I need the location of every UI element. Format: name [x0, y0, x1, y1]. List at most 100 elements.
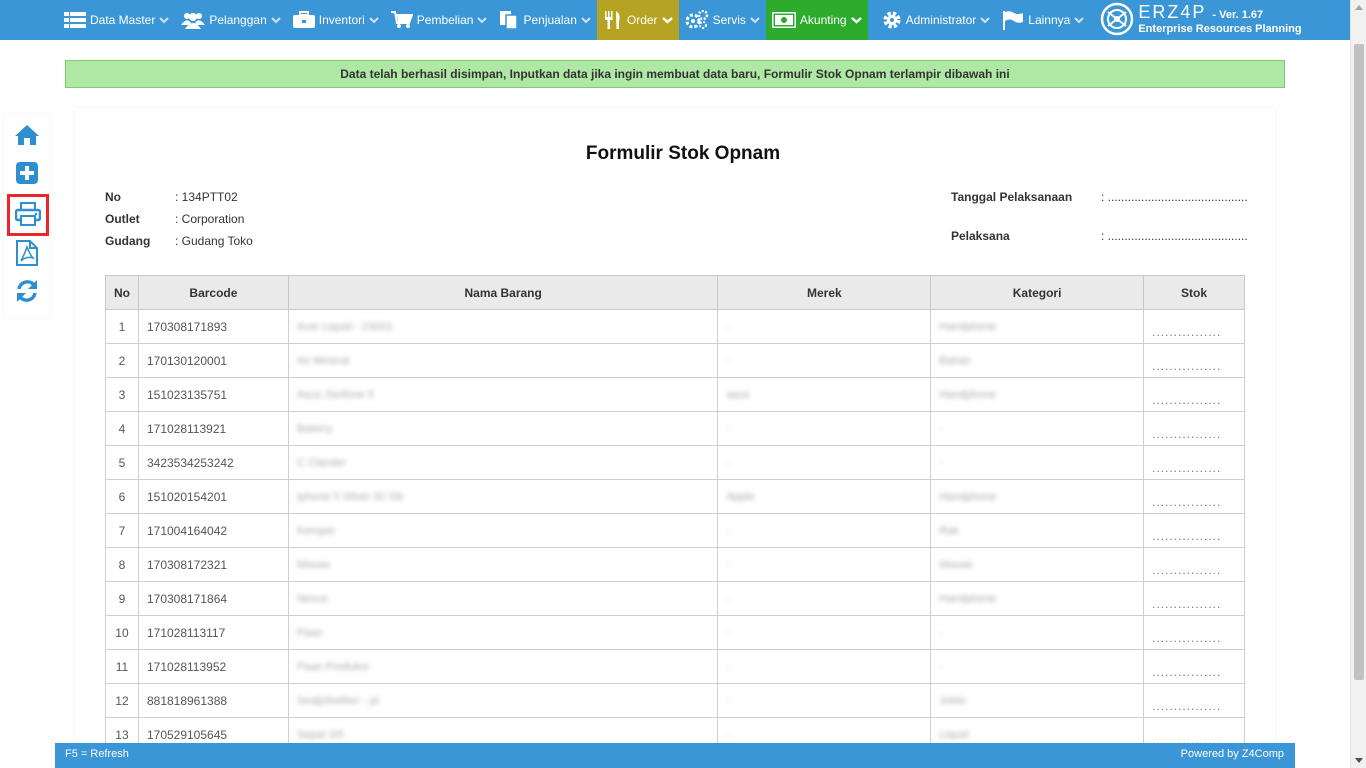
- table-row: 9 170308171864 Nexus - Handphone............…: [105, 581, 1245, 616]
- nav-lainnya[interactable]: Lainnya: [996, 0, 1090, 40]
- cell-kategori: -: [930, 649, 1144, 684]
- chevron-down-icon: [661, 16, 673, 24]
- cell-no: 6: [105, 479, 139, 514]
- cell-barcode: 151023135751: [137, 377, 289, 412]
- stock-opname-table: No Barcode Nama Barang Merek Kategori St…: [105, 275, 1245, 752]
- meta-no-label: No: [105, 190, 121, 204]
- top-navbar: Data Master Pelanggan Inventori Pembelia…: [0, 0, 1350, 40]
- cell-barcode: 151020154201: [137, 479, 289, 514]
- meta-pelaksana-value: : ......................................…: [1101, 229, 1248, 243]
- nav-data-master[interactable]: Data Master: [58, 0, 175, 40]
- chevron-down-icon: [1074, 16, 1085, 24]
- cell-no: 1: [105, 309, 139, 344]
- vertical-scrollbar[interactable]: [1350, 0, 1366, 768]
- chevron-down-icon: [750, 16, 760, 24]
- cell-kategori: Mouse: [930, 547, 1144, 582]
- scroll-up-arrow[interactable]: [1355, 5, 1363, 10]
- table-row: 7 171004164042 Kemper - Rak................: [105, 513, 1245, 548]
- cell-merek: -: [717, 683, 932, 718]
- nav-label: Data Master: [90, 13, 156, 27]
- cell-stok: ................: [1143, 377, 1245, 412]
- scroll-down-arrow[interactable]: [1355, 758, 1363, 763]
- column-header-no: No: [105, 275, 139, 310]
- cell-kategori: Handphone: [930, 309, 1144, 344]
- table-row: 10 171028113117 Paan - -................: [105, 615, 1245, 650]
- chevron-down-icon: [477, 16, 488, 24]
- brand-logo-icon: [1100, 2, 1134, 39]
- cell-kategori: -: [930, 411, 1144, 446]
- chevron-down-icon: [369, 16, 379, 24]
- cell-kategori: Bahan: [930, 343, 1144, 378]
- nav-label: Servis: [712, 13, 746, 27]
- documents-icon: [499, 10, 519, 30]
- cell-no: 2: [105, 343, 139, 378]
- cell-nama-barang: Paan Produksi: [287, 649, 719, 684]
- cell-no: 12: [105, 683, 139, 718]
- cell-nama-barang: Sealjobstiker - pt: [287, 683, 719, 718]
- print-button[interactable]: [7, 194, 49, 236]
- cell-kategori: Rak: [930, 513, 1144, 548]
- cell-no: 5: [105, 445, 139, 480]
- chevron-down-icon: [271, 16, 281, 24]
- cell-barcode: 3423534253242: [137, 445, 289, 480]
- brand-tagline: Enterprise Resources Planning: [1138, 22, 1302, 35]
- table-row: 6 151020154201 Iphone 5 Silver 32 Gb Apple H…: [105, 479, 1245, 514]
- cell-nama-barang: Baterry: [287, 411, 719, 446]
- cell-nama-barang: Nexus: [287, 581, 719, 616]
- nav-pembelian[interactable]: Pembelian: [385, 0, 494, 40]
- document-title: Formulir Stok Opnam: [585, 143, 781, 164]
- cell-barcode: 881818961388: [137, 683, 289, 718]
- refresh-button[interactable]: [9, 274, 45, 310]
- cell-barcode: 171028113921: [137, 411, 289, 446]
- cell-nama-barang: C Clander: [287, 445, 719, 480]
- users-icon: [181, 11, 206, 29]
- cell-stok: ................: [1143, 547, 1245, 582]
- brand-version: - Ver. 1.67: [1212, 8, 1264, 21]
- nav-penjualan[interactable]: Penjualan: [493, 0, 596, 40]
- nav-order[interactable]: Order: [596, 0, 679, 40]
- money-icon: [771, 12, 796, 28]
- scroll-thumb[interactable]: [1354, 44, 1364, 680]
- chevron-down-icon: [581, 16, 591, 24]
- nav-pelanggan[interactable]: Pelanggan: [175, 0, 286, 40]
- cell-kategori: Jotdo: [930, 683, 1144, 718]
- print-icon: [14, 201, 42, 229]
- cell-stok: ................: [1143, 479, 1245, 514]
- cell-merek: -: [717, 615, 932, 650]
- table-header-row: No Barcode Nama Barang Merek Kategori St…: [105, 275, 1245, 310]
- cell-merek: -: [717, 581, 932, 616]
- cell-stok: ................: [1143, 411, 1245, 446]
- cell-merek: -: [717, 343, 932, 378]
- cell-kategori: -: [930, 445, 1144, 480]
- cell-merek: -: [717, 513, 932, 548]
- meta-gudang-label: Gudang: [105, 234, 151, 248]
- footer-refresh-hint: F5 = Refresh: [65, 748, 129, 760]
- chevron-down-icon: [980, 16, 991, 24]
- nav-label: Akunting: [799, 13, 847, 27]
- nav-label: Inventori: [318, 13, 365, 27]
- brand-logo-text: ERZ4P: [1138, 1, 1207, 22]
- table-list-icon: [64, 11, 86, 29]
- nav-akunting[interactable]: Akunting: [765, 0, 868, 40]
- column-header-merek: Merek: [717, 275, 932, 310]
- footer-powered-by: Powered by Z4Comp: [1180, 748, 1284, 760]
- flag-icon: [1002, 10, 1024, 30]
- pdf-button[interactable]: [9, 236, 45, 272]
- nav-administrator[interactable]: Administrator: [868, 0, 997, 40]
- table-row: 5 3423534253242 C Clander - -...............…: [105, 445, 1245, 480]
- cell-barcode: 171028113952: [137, 649, 289, 684]
- table-row: 4 171028113921 Baterry - -................: [105, 411, 1245, 446]
- table-body: 1 170308171893 Acer Liquid - Z4001- Handpho…: [105, 309, 1245, 752]
- gears-icon: [685, 10, 709, 30]
- briefcase-icon: [292, 11, 315, 29]
- cell-kategori: Handphone: [930, 581, 1144, 616]
- nav-inventori[interactable]: Inventori: [287, 0, 385, 40]
- nav-label: Lainnya: [1028, 13, 1071, 27]
- meta-tanggal-value: : ......................................…: [1101, 190, 1248, 204]
- cell-barcode: 170308171864: [137, 581, 289, 616]
- table-row: 2 170130120001 Air Mineral - Bahan..........…: [105, 343, 1245, 378]
- cell-merek: -: [717, 445, 932, 480]
- nav-label: Order: [626, 13, 658, 27]
- column-header-barcode: Barcode: [137, 275, 289, 310]
- nav-servis[interactable]: Servis: [679, 0, 766, 40]
